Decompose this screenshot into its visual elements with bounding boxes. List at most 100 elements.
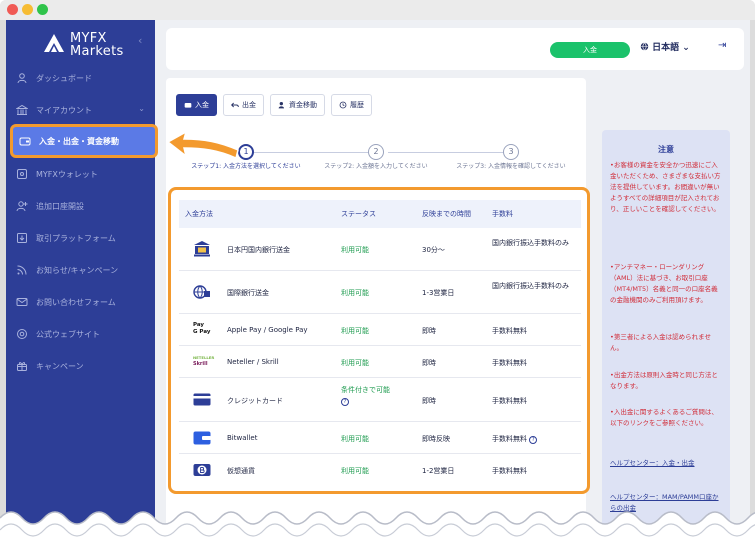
method-fee: 国内銀行振込手数料のみ xyxy=(492,282,569,290)
step-label: ステップ3: 入金情報を確認してください xyxy=(456,163,566,170)
table-row[interactable]: 国際銀行送金 利用可能 1-3営業日 国内銀行振込手数料のみ xyxy=(179,271,581,314)
step-2: 2 ステップ2: 入金額を入力してください xyxy=(316,144,436,171)
method-name: 日本円国内銀行送金 xyxy=(227,246,290,254)
chevron-down-icon: ⌄ xyxy=(138,104,145,113)
language-selector[interactable]: 日本語 ⌄ xyxy=(640,40,690,53)
tab-deposit[interactable]: 入金 xyxy=(176,94,217,116)
bitwallet-icon xyxy=(193,431,211,445)
sidebar-item-contact[interactable]: お問い合わせフォーム xyxy=(6,286,155,318)
method-fee: 国内銀行振込手数料のみ xyxy=(492,239,569,247)
sidebar-item-label: マイアカウント xyxy=(36,105,92,115)
tab-label: 入金 xyxy=(195,101,209,109)
wallet-icon xyxy=(184,103,192,108)
table-row[interactable]: Pay G Pay Apple Pay / Google Pay 利用可能 即時… xyxy=(179,314,581,346)
help-icon[interactable]: ? xyxy=(341,398,349,406)
sidebar-item-add-account[interactable]: 追加口座開設 xyxy=(6,190,155,222)
method-status: 利用可能 xyxy=(341,467,369,475)
transfer-icon xyxy=(278,102,284,109)
table-row[interactable]: Bitwallet 利用可能 即時反映 手数料無料 ? xyxy=(179,422,581,454)
notice-paragraph: •アンチマネー・ローンダリング（AML）法に基づき、お取引口座（MT4/MT5）… xyxy=(610,263,718,304)
neteller-skrill-icon: NETELLER Skrill xyxy=(193,355,215,371)
tab-withdrawal[interactable]: 出金 xyxy=(223,94,264,116)
sidebar-item-label: 公式ウェブサイト xyxy=(36,329,100,339)
table-header: 入金方法 ステータス 反映までの時間 手数料 xyxy=(179,200,581,228)
notice-paragraph: •第三者による入金は認められません。 xyxy=(610,333,711,352)
sidebar-item-campaign[interactable]: キャンペーン xyxy=(6,350,155,382)
method-name: Bitwallet xyxy=(227,434,258,442)
sidebar-item-dashboard[interactable]: ダッシュボード xyxy=(6,62,155,94)
top-bar: 入金 日本語 ⌄ ⇥ xyxy=(166,28,744,70)
maximize-window-button[interactable] xyxy=(37,4,48,15)
method-time: 即時反映 xyxy=(422,435,450,443)
download-icon xyxy=(16,232,28,244)
sidebar-item-trading-platform[interactable]: 取引プラットフォーム xyxy=(6,222,155,254)
tab-label: 資金移動 xyxy=(289,101,317,109)
sidebar-item-news[interactable]: お知らせ/キャンペーン xyxy=(6,254,155,286)
method-status: 利用可能 xyxy=(341,246,369,254)
method-time: 即時 xyxy=(422,397,436,405)
table-row[interactable]: 仮想通貨 利用可能 1-2営業日 手数料無料 xyxy=(179,454,581,486)
step-3: 3 ステップ3: 入金情報を確認してください xyxy=(451,144,571,171)
method-status: 利用可能 xyxy=(341,289,369,297)
method-fee: 手数料無料 ? xyxy=(492,434,576,445)
sidebar-item-myfx-wallet[interactable]: MYFXウォレット xyxy=(6,158,155,190)
help-center-link-deposit[interactable]: ヘルプセンター：入金・出金 xyxy=(610,458,722,469)
method-time: 1-3営業日 xyxy=(422,289,455,297)
logo-line2: Markets xyxy=(70,44,124,59)
close-window-button[interactable] xyxy=(7,4,18,15)
sidebar-item-deposit-withdrawal[interactable]: 入金・出金・資金移動 xyxy=(10,124,158,158)
table-row[interactable]: 日本円国内銀行送金 利用可能 30分～ 国内銀行振込手数料のみ xyxy=(179,228,581,271)
notice-paragraph: •入出金に関するよくあるご質問は、以下のリンクをご参照ください。 xyxy=(610,408,718,427)
globe-icon xyxy=(640,42,649,51)
table-row[interactable]: NETELLER Skrill Neteller / Skrill 利用可能 即… xyxy=(179,346,581,378)
method-fee: 手数料無料 xyxy=(492,327,527,335)
language-label: 日本語 xyxy=(652,43,680,53)
step-number: 2 xyxy=(368,144,384,160)
method-time: 30分～ xyxy=(422,246,445,254)
deposit-methods-table: 入金方法 ステータス 反映までの時間 手数料 日本円国内銀行送金 利用可能 30… xyxy=(168,187,590,494)
sidebar-item-label: 追加口座開設 xyxy=(36,201,84,211)
sidebar-item-website[interactable]: 公式ウェブサイト xyxy=(6,318,155,350)
mail-icon xyxy=(16,296,28,308)
method-fee: 手数料無料 xyxy=(492,359,527,367)
skrill-mark: Skrill xyxy=(193,361,208,367)
torn-edge-decoration xyxy=(0,511,755,550)
collapse-sidebar-icon[interactable]: ‹ xyxy=(138,34,142,47)
deposit-button[interactable]: 入金 xyxy=(550,42,630,58)
method-name: Apple Pay / Google Pay xyxy=(227,326,308,334)
tab-bar: 入金 出金 資金移動 履歴 xyxy=(176,94,372,116)
method-status: 利用可能 xyxy=(341,327,369,335)
minimize-window-button[interactable] xyxy=(22,4,33,15)
apple-pay-mark: Pay xyxy=(193,322,205,328)
header-method: 入金方法 xyxy=(185,210,213,218)
tab-history[interactable]: 履歴 xyxy=(331,94,372,116)
crypto-icon xyxy=(193,464,211,476)
method-name: 仮想通貨 xyxy=(227,467,255,475)
sidebar: MYFX Markets ‹ ダッシュボード マイアカウント ⌄ 入金・出金・資… xyxy=(6,20,158,550)
user-plus-icon xyxy=(16,200,28,212)
sidebar-item-label: お問い合わせフォーム xyxy=(36,297,116,307)
sidebar-item-label: 入金・出金・資金移動 xyxy=(39,136,119,146)
sidebar-item-my-account[interactable]: マイアカウント ⌄ xyxy=(6,94,155,126)
notice-title: 注意 xyxy=(658,145,674,154)
method-fee-text: 手数料無料 xyxy=(492,435,527,443)
step-label: ステップ2: 入金額を入力してください xyxy=(324,163,428,170)
user-icon xyxy=(16,72,28,84)
method-time: 即時 xyxy=(422,359,436,367)
notice-paragraph: •出金方法は原則入金時と同じ方法となります。 xyxy=(610,371,718,390)
chevron-down-icon: ⌄ xyxy=(682,43,690,53)
logo-mark-icon xyxy=(44,34,64,52)
tab-label: 履歴 xyxy=(350,101,364,109)
undo-icon xyxy=(231,102,239,108)
sidebar-item-label: 取引プラットフォーム xyxy=(36,233,116,243)
international-bank-icon xyxy=(193,285,210,299)
sidebar-item-label: お知らせ/キャンペーン xyxy=(36,265,119,275)
google-pay-mark: G Pay xyxy=(193,329,211,335)
tab-transfer[interactable]: 資金移動 xyxy=(270,94,325,116)
logout-icon[interactable]: ⇥ xyxy=(718,40,726,51)
method-time: 1-2営業日 xyxy=(422,467,455,475)
gift-icon xyxy=(16,360,28,372)
apple-google-pay-icon: Pay G Pay xyxy=(193,322,215,340)
table-row[interactable]: クレジットカード 条件付きで可能 ? 即時 手数料無料 xyxy=(179,378,581,422)
help-icon[interactable]: ? xyxy=(529,436,538,444)
